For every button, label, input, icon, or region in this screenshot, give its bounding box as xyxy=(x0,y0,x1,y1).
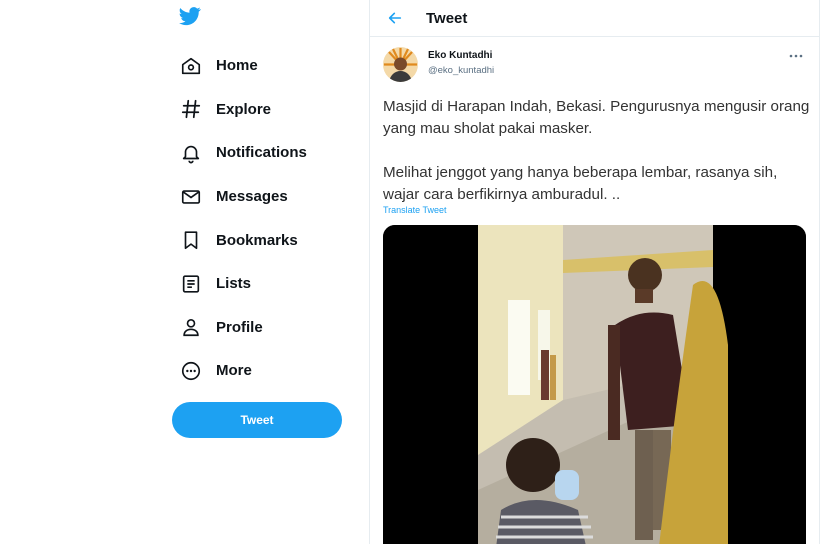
nav-label-home: Home xyxy=(216,57,258,75)
avatar[interactable] xyxy=(383,47,418,82)
nav-item-home[interactable]: Home xyxy=(178,44,307,88)
page-header: Tweet xyxy=(370,0,819,37)
nav-label-lists: Lists xyxy=(216,275,252,293)
envelope-icon xyxy=(178,184,204,210)
author-names: Eko Kuntadhi @eko_kuntadhi xyxy=(428,50,494,82)
tweet-author[interactable]: Eko Kuntadhi @eko_kuntadhi xyxy=(383,47,494,82)
more-circle-icon xyxy=(178,358,204,384)
tweet-text: Masjid di Harapan Indah, Bekasi. Penguru… xyxy=(383,98,810,203)
nav-item-notifications[interactable]: Notifications xyxy=(178,131,307,175)
compose-tweet-button[interactable]: Tweet xyxy=(172,402,342,438)
tweet-video[interactable] xyxy=(383,225,806,544)
home-icon xyxy=(178,53,204,79)
nav-label-profile: Profile xyxy=(216,318,263,336)
nav-item-more[interactable]: More xyxy=(178,349,307,393)
bookmark-icon xyxy=(178,227,204,253)
translate-tweet-link[interactable]: Translate Tweet xyxy=(383,205,447,215)
nav-item-profile[interactable]: Profile xyxy=(178,306,307,350)
nav-label-bookmarks: Bookmarks xyxy=(216,231,298,249)
person-icon xyxy=(178,314,204,340)
hashtag-icon xyxy=(178,96,204,122)
nav-item-explore[interactable]: Explore xyxy=(178,88,307,132)
page-title: Tweet xyxy=(426,9,468,27)
sidebar: Home Explore Notifications Messages Book… xyxy=(0,0,370,544)
nav-label-notifications: Notifications xyxy=(216,144,307,162)
video-frame xyxy=(383,225,806,544)
nav-item-messages[interactable]: Messages xyxy=(178,175,307,219)
more-options-icon[interactable] xyxy=(788,48,804,58)
nav-label-explore: Explore xyxy=(216,100,272,118)
nav-item-bookmarks[interactable]: Bookmarks xyxy=(178,218,307,262)
author-handle[interactable]: @eko_kuntadhi xyxy=(428,65,494,76)
nav-label-more: More xyxy=(216,362,252,380)
list-icon xyxy=(178,271,204,297)
primary-nav: Home Explore Notifications Messages Book… xyxy=(178,44,307,393)
twitter-bird-icon[interactable] xyxy=(178,5,202,27)
author-name[interactable]: Eko Kuntadhi xyxy=(428,50,494,61)
nav-item-lists[interactable]: Lists xyxy=(178,262,307,306)
main-column: Tweet Eko Kuntadhi @eko_kuntadhi Masjid … xyxy=(369,0,820,544)
back-arrow-icon[interactable] xyxy=(386,9,404,27)
bell-icon xyxy=(178,140,204,166)
nav-label-messages: Messages xyxy=(216,188,288,206)
